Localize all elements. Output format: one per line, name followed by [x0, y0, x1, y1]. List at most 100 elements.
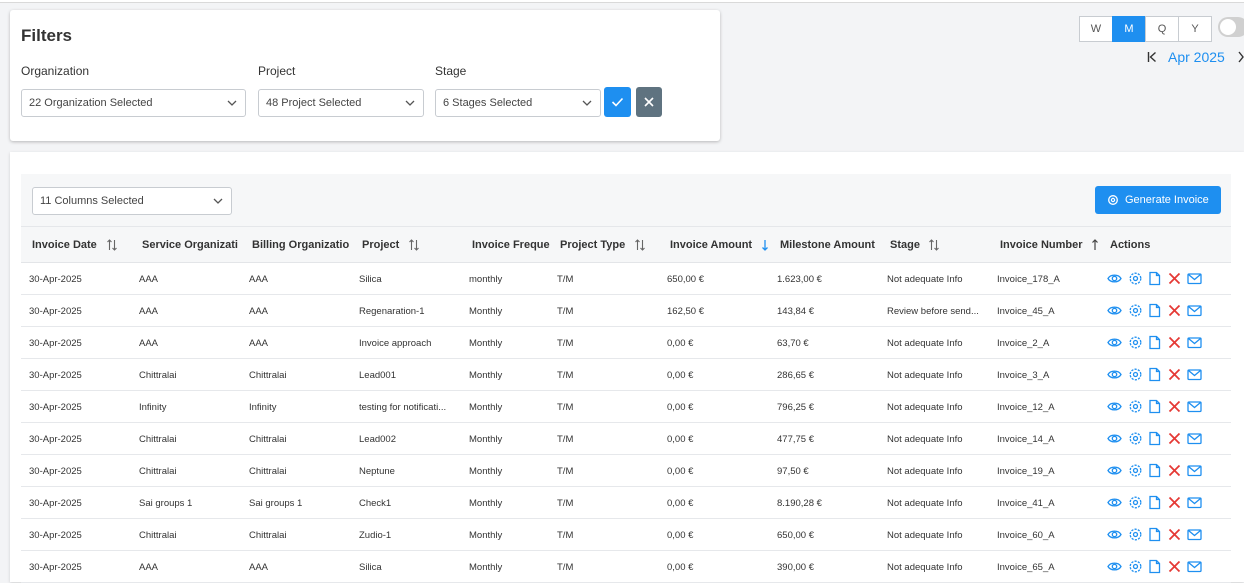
sort-icon[interactable] — [634, 238, 646, 252]
project-select[interactable]: 48 Project Selected — [258, 89, 424, 117]
generate-invoice-button[interactable]: Generate Invoice — [1095, 186, 1221, 214]
invoice-amount-cell: 0,00 € — [667, 498, 694, 509]
invoice-number-cell: Invoice_14_A — [997, 434, 1055, 445]
sort-icon[interactable] — [106, 238, 118, 252]
email-icon[interactable] — [1187, 271, 1202, 286]
invoice-date-cell: 30-Apr-2025 — [29, 402, 82, 413]
milestone-amount-cell: 63,70 € — [777, 338, 809, 349]
delete-icon[interactable] — [1167, 463, 1182, 478]
sort-icon[interactable] — [408, 238, 420, 252]
document-icon[interactable] — [1147, 431, 1162, 446]
header-service-organization[interactable]: Service Organizati — [142, 239, 242, 253]
columns-select[interactable]: 11 Columns Selected — [32, 187, 232, 215]
invoice-number-cell: Invoice_2_A — [997, 338, 1050, 349]
delete-icon[interactable] — [1167, 431, 1182, 446]
header-invoice-frequency[interactable]: Invoice Freque — [472, 239, 550, 253]
delete-icon[interactable] — [1167, 335, 1182, 350]
stage-select[interactable]: 6 Stages Selected — [435, 89, 601, 117]
view-icon[interactable] — [1107, 271, 1122, 286]
sort-ascending-icon[interactable] — [1089, 238, 1101, 252]
settings-icon[interactable] — [1128, 431, 1143, 446]
invoice-date-cell: 30-Apr-2025 — [29, 530, 82, 541]
view-icon[interactable] — [1107, 431, 1122, 446]
view-icon[interactable] — [1107, 335, 1122, 350]
delete-icon[interactable] — [1167, 527, 1182, 542]
view-icon[interactable] — [1107, 527, 1122, 542]
header-invoice-amount[interactable]: Invoice Amount — [670, 239, 758, 253]
table-header: Invoice Date Service Organizati Billing … — [21, 226, 1231, 263]
email-icon[interactable] — [1187, 367, 1202, 382]
period-quarter-button[interactable]: Q — [1145, 16, 1179, 42]
period-year-button[interactable]: Y — [1178, 16, 1212, 42]
next-period-icon[interactable] — [1238, 51, 1244, 63]
period-month-button[interactable]: M — [1112, 16, 1146, 42]
invoice-date-cell: 30-Apr-2025 — [29, 562, 82, 573]
email-icon[interactable] — [1187, 495, 1202, 510]
sort-icon[interactable] — [928, 238, 940, 252]
delete-icon[interactable] — [1167, 399, 1182, 414]
clear-filters-button[interactable] — [636, 87, 662, 117]
view-toggle[interactable] — [1218, 17, 1244, 37]
settings-icon[interactable] — [1128, 271, 1143, 286]
delete-icon[interactable] — [1167, 495, 1182, 510]
document-icon[interactable] — [1147, 271, 1162, 286]
invoice-date-cell: 30-Apr-2025 — [29, 274, 82, 285]
header-project[interactable]: Project — [362, 239, 404, 253]
header-billing-organization[interactable]: Billing Organizatio — [252, 239, 352, 253]
invoice-amount-cell: 0,00 € — [667, 562, 694, 573]
header-invoice-date[interactable]: Invoice Date — [32, 239, 104, 253]
header-project-type[interactable]: Project Type — [560, 239, 632, 253]
delete-icon[interactable] — [1167, 303, 1182, 318]
email-icon[interactable] — [1187, 527, 1202, 542]
email-icon[interactable] — [1187, 303, 1202, 318]
view-icon[interactable] — [1107, 495, 1122, 510]
settings-icon[interactable] — [1128, 527, 1143, 542]
project-type-cell: T/M — [557, 306, 574, 317]
email-icon[interactable] — [1187, 399, 1202, 414]
service-organization-cell: Chittralai — [139, 370, 177, 381]
document-icon[interactable] — [1147, 367, 1162, 382]
email-icon[interactable] — [1187, 335, 1202, 350]
settings-icon[interactable] — [1128, 367, 1143, 382]
settings-icon[interactable] — [1128, 463, 1143, 478]
apply-filters-button[interactable] — [604, 87, 631, 117]
organization-label: Organization — [21, 64, 90, 78]
view-icon[interactable] — [1107, 399, 1122, 414]
settings-icon[interactable] — [1128, 559, 1143, 574]
service-organization-cell: Sai groups 1 — [139, 498, 193, 509]
settings-icon[interactable] — [1128, 399, 1143, 414]
organization-select[interactable]: 22 Organization Selected — [21, 89, 246, 117]
period-week-button[interactable]: W — [1079, 16, 1113, 42]
email-icon[interactable] — [1187, 559, 1202, 574]
settings-icon[interactable] — [1128, 495, 1143, 510]
milestone-amount-cell: 650,00 € — [777, 530, 814, 541]
document-icon[interactable] — [1147, 495, 1162, 510]
invoice-frequency-cell: monthly — [469, 274, 503, 285]
delete-icon[interactable] — [1167, 367, 1182, 382]
document-icon[interactable] — [1147, 559, 1162, 574]
delete-icon[interactable] — [1167, 559, 1182, 574]
settings-icon[interactable] — [1128, 303, 1143, 318]
previous-period-icon[interactable] — [1147, 51, 1157, 63]
document-icon[interactable] — [1147, 303, 1162, 318]
view-icon[interactable] — [1107, 303, 1122, 318]
document-icon[interactable] — [1147, 335, 1162, 350]
invoice-number-cell: Invoice_178_A — [997, 274, 1060, 285]
header-invoice-number[interactable]: Invoice Number — [1000, 239, 1090, 253]
stage-cell: Not adequate Info — [887, 530, 963, 541]
view-icon[interactable] — [1107, 367, 1122, 382]
sort-descending-icon[interactable] — [759, 238, 771, 252]
view-icon[interactable] — [1107, 559, 1122, 574]
email-icon[interactable] — [1187, 463, 1202, 478]
service-organization-cell: Chittralai — [139, 466, 177, 477]
document-icon[interactable] — [1147, 399, 1162, 414]
document-icon[interactable] — [1147, 527, 1162, 542]
header-milestone-amount[interactable]: Milestone Amount — [780, 239, 880, 253]
email-icon[interactable] — [1187, 431, 1202, 446]
project-type-cell: T/M — [557, 530, 574, 541]
settings-icon[interactable] — [1128, 335, 1143, 350]
header-stage[interactable]: Stage — [890, 239, 926, 253]
view-icon[interactable] — [1107, 463, 1122, 478]
document-icon[interactable] — [1147, 463, 1162, 478]
delete-icon[interactable] — [1167, 271, 1182, 286]
